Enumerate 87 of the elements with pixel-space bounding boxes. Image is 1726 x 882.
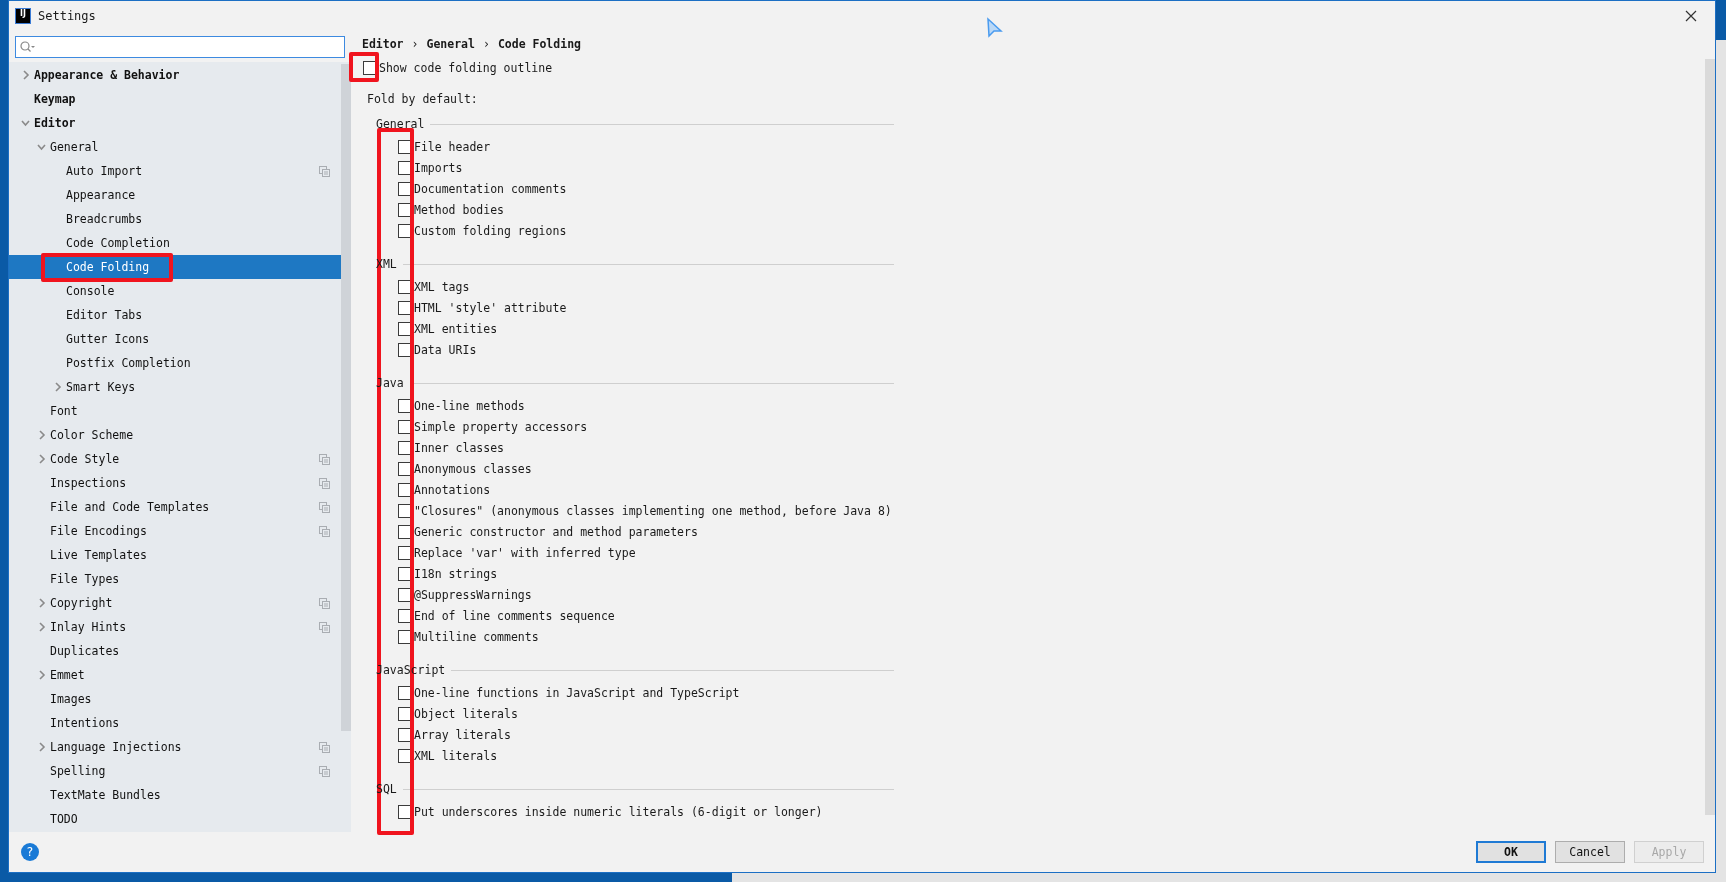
chevron-right-icon[interactable] xyxy=(37,622,46,632)
option-label[interactable]: Custom folding regions xyxy=(414,224,567,238)
chevron-right-icon[interactable] xyxy=(53,382,62,392)
tree-item[interactable]: Inlay Hints xyxy=(9,615,341,639)
option-label[interactable]: Replace 'var' with inferred type xyxy=(414,546,636,560)
option-label[interactable]: Array literals xyxy=(414,728,511,742)
tree-item[interactable]: Duplicates xyxy=(9,639,341,663)
option-label[interactable]: "Closures" (anonymous classes implementing one method, before Java 8) xyxy=(414,504,892,518)
tree-item[interactable]: Gutter Icons xyxy=(9,327,341,351)
option-label[interactable]: XML literals xyxy=(414,749,498,763)
tree-item[interactable]: Code Folding xyxy=(9,255,341,279)
tree-item[interactable]: Images xyxy=(9,687,341,711)
option-label[interactable]: Anonymous classes xyxy=(414,462,532,476)
option-label[interactable]: End of line comments sequence xyxy=(414,609,615,623)
tree-item[interactable]: Console xyxy=(9,279,341,303)
option-label[interactable]: Data URIs xyxy=(414,343,477,357)
dialog-button[interactable]: Cancel xyxy=(1555,841,1625,863)
option-label[interactable]: HTML 'style' attribute xyxy=(414,301,567,315)
close-icon xyxy=(1685,10,1697,22)
option-label[interactable]: Documentation comments xyxy=(414,182,567,196)
option-label[interactable]: XML tags xyxy=(414,280,470,294)
option-label[interactable]: Show code folding outline xyxy=(379,60,553,75)
option-label[interactable]: Generic constructor and method parameters xyxy=(414,525,698,539)
tree-item[interactable]: Breadcrumbs xyxy=(9,207,341,231)
tree-item[interactable]: Editor Tabs xyxy=(9,303,341,327)
chevron-right-icon[interactable] xyxy=(21,70,30,80)
tree-item[interactable]: Emmet xyxy=(9,663,341,687)
option-label[interactable]: Method bodies xyxy=(414,203,504,217)
tree-item[interactable]: Editor xyxy=(9,111,341,135)
option-label[interactable]: @SuppressWarnings xyxy=(414,588,532,602)
tree-item[interactable]: Code Style xyxy=(9,447,341,471)
option-label[interactable]: Imports xyxy=(414,161,463,175)
tree-item[interactable]: File and Code Templates xyxy=(9,495,341,519)
tree-item[interactable]: Language Injections xyxy=(9,735,341,759)
tree-item[interactable]: TextMate Bundles xyxy=(9,783,341,807)
tree-item[interactable]: Auto Import xyxy=(9,159,341,183)
option-label[interactable]: File header xyxy=(414,140,491,154)
group-title: General xyxy=(376,117,425,131)
option-label[interactable]: Multiline comments xyxy=(414,630,539,644)
chevron-right-icon[interactable] xyxy=(37,430,46,440)
option-label[interactable]: Inner classes xyxy=(414,441,504,455)
dialog-button[interactable]: OK xyxy=(1476,841,1546,863)
window-title: Settings xyxy=(38,9,96,23)
chevron-down-icon[interactable] xyxy=(37,142,46,152)
tree-item[interactable]: File Encodings xyxy=(9,519,341,543)
tree-item[interactable]: Appearance & Behavior xyxy=(9,63,341,87)
section-heading: Fold by default: xyxy=(367,92,478,106)
tree-item[interactable]: Smart Keys xyxy=(9,375,341,399)
chevron-right-icon[interactable] xyxy=(37,454,46,464)
tree-item[interactable]: Inspections xyxy=(9,471,341,495)
chevron-right-icon[interactable] xyxy=(37,670,46,680)
tree-item[interactable]: Font xyxy=(9,399,341,423)
option-label[interactable]: I18n strings xyxy=(414,567,498,581)
tree-item[interactable]: Keymap xyxy=(9,87,341,111)
tree-item[interactable]: General xyxy=(9,135,341,159)
scrollbar-thumb[interactable] xyxy=(341,64,351,731)
option-label[interactable]: Put underscores inside numeric literals (6-digit or longer) xyxy=(414,805,823,819)
mouse-pointer-icon xyxy=(986,17,1004,39)
tree-item[interactable]: TODO xyxy=(9,807,341,831)
breadcrumb-item[interactable]: Code Folding xyxy=(497,37,581,51)
chevron-right-icon[interactable] xyxy=(37,598,46,608)
tree-item[interactable]: Live Templates xyxy=(9,543,341,567)
tree-item[interactable]: File Types xyxy=(9,567,341,591)
search-icon xyxy=(20,41,36,53)
tree-item[interactable]: Copyright xyxy=(9,591,341,615)
option-label[interactable]: XML entities xyxy=(414,322,498,336)
option-label[interactable]: Object literals xyxy=(414,707,518,721)
tree-item[interactable]: Intentions xyxy=(9,711,341,735)
option-label[interactable]: Annotations xyxy=(414,483,491,497)
tree-item[interactable]: Spelling xyxy=(9,759,341,783)
chevron-down-icon[interactable] xyxy=(21,118,30,128)
option-label[interactable]: One-line methods xyxy=(414,399,525,413)
app-logo: IJ xyxy=(15,8,31,24)
option-label[interactable]: One-line functions in JavaScript and TypeScript xyxy=(414,686,740,700)
breadcrumb-item[interactable]: Editor xyxy=(362,37,404,51)
help-button[interactable]: ? xyxy=(21,843,39,861)
tree-item[interactable]: Appearance xyxy=(9,183,341,207)
breadcrumb-separator: › xyxy=(411,37,419,51)
tree-item[interactable]: Color Scheme xyxy=(9,423,341,447)
breadcrumb-item[interactable]: General xyxy=(426,37,475,51)
search-field[interactable] xyxy=(15,36,345,58)
option-label[interactable]: Simple property accessors xyxy=(414,420,588,434)
tree-item[interactable]: Postfix Completion xyxy=(9,351,341,375)
scrollbar-thumb[interactable] xyxy=(1705,59,1715,815)
chevron-right-icon[interactable] xyxy=(37,742,46,752)
breadcrumb-separator: › xyxy=(482,37,490,51)
tree-item[interactable]: Code Completion xyxy=(9,231,341,255)
